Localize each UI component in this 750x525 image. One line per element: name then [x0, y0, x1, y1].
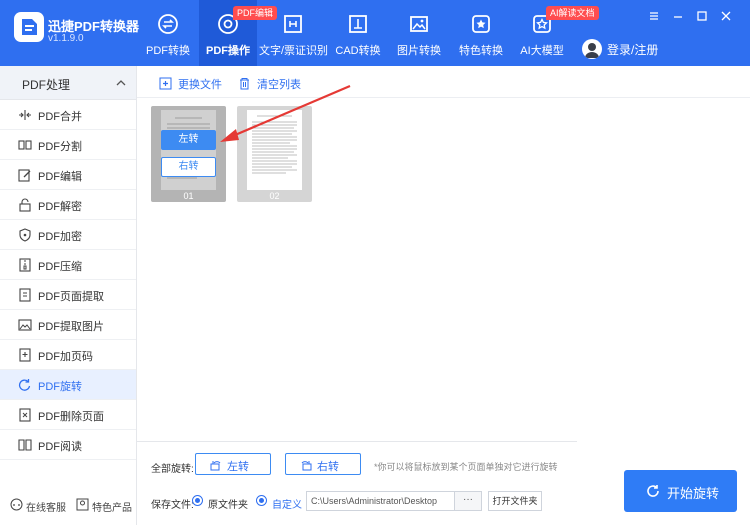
sidebar-item-read[interactable]: PDF阅读	[0, 430, 136, 460]
save-location-label: 保存文件:	[151, 500, 194, 511]
sidebar-item-label: PDF删除页面	[38, 411, 104, 423]
original-folder-label: 原文件夹	[208, 500, 248, 511]
products-icon	[76, 498, 89, 511]
nav-pdf-convert[interactable]: PDF转换	[140, 0, 196, 66]
featured-products-label: 特色产品	[92, 503, 132, 514]
sidebar-item-label: PDF阅读	[38, 441, 82, 453]
page-rotate-left-button[interactable]: 左转	[161, 130, 216, 150]
nav-ocr[interactable]: 文字/票证识别	[259, 0, 329, 66]
add-file-icon	[159, 77, 172, 90]
sidebar-section-header[interactable]: PDF处理	[0, 66, 136, 100]
sidebar-section-title: PDF处理	[22, 78, 71, 92]
sidebar-item-label: PDF分割	[38, 141, 82, 153]
rotate-left-icon	[210, 461, 221, 471]
rotate-all-label: 全部旋转:	[151, 464, 194, 475]
avatar[interactable]	[582, 39, 602, 59]
chevron-up-icon	[116, 80, 126, 86]
browse-button[interactable]: ···	[455, 491, 482, 511]
online-service-button[interactable]: 在线客服	[10, 496, 70, 516]
sidebar-item-label: PDF合并	[38, 111, 82, 123]
nav-label: AI大模型	[520, 45, 564, 57]
image-icon	[410, 16, 428, 32]
sidebar-item-label: PDF提取图片	[38, 321, 104, 333]
sidebar-item-label: PDF加页码	[38, 351, 93, 363]
divider	[137, 441, 577, 442]
rotate-all-left-button[interactable]: 左转	[195, 453, 271, 475]
nav-label: PDF操作	[206, 45, 250, 57]
nav-special-convert[interactable]: 特色转换	[454, 0, 508, 66]
custom-folder-label: 自定义	[272, 500, 302, 511]
sidebar-item-page-delete[interactable]: PDF删除页面	[0, 400, 136, 430]
minimize-icon[interactable]	[670, 8, 686, 24]
online-service-label: 在线客服	[26, 503, 66, 514]
sidebar-item-page-extract[interactable]: PDF页面提取	[0, 280, 136, 310]
page-number-icon	[19, 348, 31, 362]
rotate-all-left-label: 左转	[227, 461, 249, 473]
featured-products-button[interactable]: 特色产品	[76, 496, 132, 516]
sidebar-item-encrypt[interactable]: PDF加密	[0, 220, 136, 250]
sidebar-item-image-extract[interactable]: PDF提取图片	[0, 310, 136, 340]
sidebar-item-page-number[interactable]: PDF加页码	[0, 340, 136, 370]
nav-label: CAD转换	[335, 45, 381, 57]
headset-icon	[10, 498, 23, 511]
title-bar: 迅捷PDF转换器 v1.1.9.0 PDF转换 PDF操作 PDF编辑 文字/票…	[0, 0, 750, 66]
output-path-input[interactable]: C:\Users\Administrator\Desktop	[306, 491, 455, 511]
sidebar-item-merge[interactable]: PDF合并	[0, 100, 136, 130]
edit-icon	[18, 169, 31, 182]
page-rotate-right-button[interactable]: 右转	[161, 157, 216, 177]
split-icon	[18, 140, 32, 150]
book-icon	[18, 439, 32, 451]
app-version: v1.1.9.0	[48, 33, 84, 44]
app-logo	[14, 12, 44, 42]
sidebar-item-compress[interactable]: PDF压缩	[0, 250, 136, 280]
sidebar-item-label: PDF旋转	[38, 381, 82, 393]
radio-original-folder[interactable]	[192, 495, 203, 506]
nav-label: 图片转换	[397, 45, 441, 57]
rotate-icon	[18, 379, 31, 391]
sidebar-item-label: PDF页面提取	[38, 291, 104, 303]
open-folder-button[interactable]: 打开文件夹	[488, 491, 542, 511]
sidebar-item-label: PDF编辑	[38, 171, 82, 183]
annotation-arrow	[220, 84, 351, 142]
rotate-hint: *你可以将鼠标放到某个页面单独对它进行旋转	[374, 462, 558, 472]
sidebar-item-split[interactable]: PDF分割	[0, 130, 136, 160]
page-delete-icon	[19, 408, 31, 422]
sidebar-item-label: PDF压缩	[38, 261, 82, 273]
login-button[interactable]: 登录/注册	[607, 41, 658, 58]
merge-icon	[19, 110, 31, 120]
radio-custom-folder[interactable]	[256, 495, 267, 506]
nav-label: 特色转换	[459, 45, 503, 57]
star-icon	[472, 15, 490, 33]
page-extract-icon	[19, 288, 31, 302]
unlock-icon	[19, 198, 31, 212]
ocr-scan-icon	[284, 15, 302, 33]
page-number: 02	[269, 191, 280, 201]
shield-lock-icon	[19, 228, 31, 242]
menu-icon[interactable]	[646, 8, 662, 24]
start-rotate-label: 开始旋转	[667, 486, 720, 501]
pdf-convert-icon	[158, 14, 178, 34]
nav-image-convert[interactable]: 图片转换	[392, 0, 446, 66]
nav-cad[interactable]: CAD转换	[332, 0, 384, 66]
page-number: 01	[183, 191, 194, 201]
compress-icon	[19, 258, 31, 272]
sidebar-item-label: PDF加密	[38, 231, 82, 243]
rotate-right-icon	[301, 461, 312, 471]
sidebar-item-rotate[interactable]: PDF旋转	[0, 370, 136, 400]
cad-icon	[349, 15, 367, 33]
sidebar-item-decrypt[interactable]: PDF解密	[0, 190, 136, 220]
nav-label: 文字/票证识别	[259, 45, 329, 57]
sidebar-item-edit[interactable]: PDF编辑	[0, 160, 136, 190]
sidebar: PDF处理 PDF合并 PDF分割 PDF编辑 PDF解密 PDF加密 PDF压…	[0, 66, 137, 525]
close-icon[interactable]	[718, 8, 734, 24]
sidebar-item-label: PDF解密	[38, 201, 82, 213]
start-rotate-button[interactable]: 开始旋转	[624, 470, 737, 512]
nav-label: PDF转换	[146, 45, 190, 57]
refresh-icon	[647, 485, 659, 497]
nav-badge-ai-doc: AI解读文档	[546, 6, 599, 20]
rotate-all-right-button[interactable]: 右转	[285, 453, 361, 475]
rotate-all-right-label: 右转	[317, 461, 339, 473]
maximize-icon[interactable]	[694, 8, 710, 24]
image-extract-icon	[18, 319, 32, 331]
